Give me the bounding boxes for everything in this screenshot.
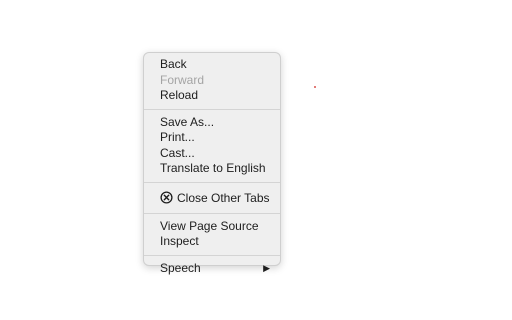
menu-separator (144, 254, 280, 256)
menu-item-reload[interactable]: Reload (144, 88, 280, 104)
menu-item-close-other-tabs[interactable]: Close Other Tabs (144, 188, 280, 208)
menu-item-speech-label: Speech (160, 260, 201, 275)
menu-item-view-page-source-label: View Page Source (160, 218, 259, 233)
menu-separator (144, 181, 280, 183)
menu-separator (144, 212, 280, 214)
menu-item-save-as[interactable]: Save As... (144, 115, 280, 131)
menu-item-inspect-label: Inspect (160, 234, 199, 248)
triangle-right-icon: ▶ (263, 262, 270, 273)
menu-item-speech[interactable]: Speech ▶ (144, 261, 280, 277)
menu-item-view-page-source[interactable]: View Page Source (144, 219, 280, 235)
menu-item-close-other-tabs-label: Close Other Tabs (177, 190, 270, 205)
menu-item-translate-label: Translate to English (160, 161, 266, 175)
menu-item-save-as-label: Save As... (160, 114, 215, 129)
menu-item-translate[interactable]: Translate to English (144, 161, 280, 177)
menu-item-back[interactable]: Back (144, 57, 280, 73)
menu-separator (144, 108, 280, 110)
menu-item-cast[interactable]: Cast... (144, 146, 280, 162)
menu-item-print-label: Print... (160, 130, 195, 144)
stray-dot (314, 86, 316, 88)
context-menu: Back Forward Reload Save As... Print... … (143, 52, 281, 275)
menu-item-forward-label: Forward (160, 72, 205, 87)
menu-item-inspect[interactable]: Inspect (144, 234, 280, 250)
close-circle-icon (160, 191, 173, 204)
menu-item-cast-label: Cast... (160, 145, 195, 160)
menu-item-reload-label: Reload (160, 88, 199, 102)
menu-item-back-label: Back (160, 57, 187, 71)
page-background: Back Forward Reload Save As... Print... … (0, 0, 512, 320)
menu-item-forward: Forward (144, 73, 280, 89)
menu-item-print[interactable]: Print... (144, 130, 280, 146)
